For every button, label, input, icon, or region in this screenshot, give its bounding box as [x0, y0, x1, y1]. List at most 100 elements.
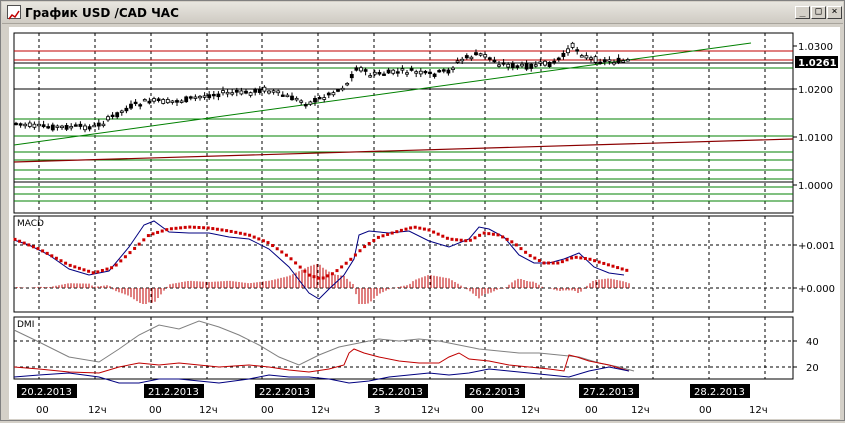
macd-signal-dot: [50, 254, 54, 258]
candle-body: [510, 63, 515, 68]
candle-body: [414, 71, 419, 74]
candle-body: [216, 93, 221, 98]
macd-signal-dot: [188, 225, 192, 229]
candle-body: [248, 92, 253, 96]
candle-body: [239, 90, 244, 95]
macd-panel[interactable]: [13, 215, 794, 313]
candle-body: [326, 92, 331, 96]
candle-body: [257, 88, 262, 93]
macd-signal-dot: [547, 261, 551, 265]
title-bar[interactable]: График USD /CAD ЧАС _ □ ×: [2, 2, 843, 24]
macd-signal-dot: [211, 227, 215, 231]
candle-body: [400, 68, 405, 71]
macd-signal-dot: [41, 249, 45, 253]
candle-body: [506, 63, 511, 68]
macd-signal-dot: [165, 228, 169, 232]
macd-signal-dot: [96, 270, 100, 274]
close-button[interactable]: ×: [827, 6, 842, 19]
candle-body: [423, 70, 428, 74]
macd-signal-dot: [252, 235, 256, 239]
date-label: 21.2.2013: [148, 387, 199, 398]
macd-signal-dot: [390, 231, 394, 235]
macd-signal-dot: [36, 247, 40, 251]
hour-label: 12ч: [631, 405, 650, 416]
hour-labels: 00 12ч 00 12ч 00 12ч 3 12ч 00 12ч 00 12ч…: [36, 405, 768, 416]
macd-tick-2: +0.000: [798, 284, 835, 295]
hour-label: 00: [471, 405, 484, 416]
candle-body: [395, 71, 400, 74]
date-label: 28.2.2013: [694, 387, 745, 398]
hour-label: 12ч: [88, 405, 107, 416]
candle-body: [41, 124, 46, 128]
macd-signal-dot: [22, 241, 26, 245]
maximize-button[interactable]: □: [811, 6, 826, 19]
macd-signal-dot: [528, 254, 532, 258]
macd-signal-dot: [537, 259, 541, 263]
candle-body: [584, 55, 589, 59]
candle-body: [598, 61, 603, 64]
chart-svg[interactable]: 1.0300 1.0200 1.0100 1.0000 1.0261 MACD …: [9, 27, 840, 419]
macd-signal-dot: [381, 234, 385, 238]
candle-body: [290, 95, 294, 101]
macd-signal-dot: [100, 268, 104, 272]
chart-area[interactable]: 1.0300 1.0200 1.0100 1.0000 1.0261 MACD …: [9, 27, 840, 419]
candle-body: [552, 60, 557, 64]
macd-signal-dot: [524, 250, 528, 254]
price-tick-2: 1.0200: [798, 85, 833, 96]
macd-signal-dot: [473, 236, 477, 240]
macd-signal-dot: [565, 258, 569, 262]
macd-signal-dot: [110, 266, 114, 270]
dmi-panel[interactable]: [13, 316, 794, 380]
candle-body: [524, 62, 529, 70]
candle-body: [271, 90, 276, 93]
macd-signal-dot: [459, 238, 463, 242]
candle-body: [23, 123, 28, 127]
candle-body: [161, 99, 166, 104]
candle-body: [501, 62, 506, 65]
candle-body: [96, 122, 101, 127]
minimize-icon: _: [799, 6, 806, 17]
candle-body: [37, 123, 41, 127]
macd-signal-dot: [82, 268, 86, 272]
candle-body: [147, 100, 152, 104]
minimize-button[interactable]: _: [795, 6, 810, 19]
candle-body: [561, 52, 566, 57]
candle-body: [244, 90, 248, 94]
macd-signal-dot: [317, 276, 321, 280]
macd-signal-dot: [294, 261, 298, 265]
macd-signal-dot: [284, 253, 288, 257]
macd-signal-dot: [238, 231, 242, 235]
macd-signal-dot: [616, 266, 620, 270]
macd-signal-dot: [588, 257, 592, 261]
macd-signal-dot: [363, 245, 367, 249]
candle-body: [115, 112, 120, 118]
candle-body: [515, 65, 520, 68]
candle-body: [589, 57, 593, 60]
price-tick-3: 1.0100: [798, 133, 833, 144]
candle-body: [299, 100, 304, 103]
candle-body: [575, 49, 580, 52]
macd-signal-dot: [271, 244, 275, 248]
candle-body: [27, 122, 32, 127]
candle-body: [336, 89, 340, 92]
macd-signal-dot: [179, 226, 183, 230]
candle-body: [363, 69, 368, 72]
macd-signal-dot: [611, 264, 615, 268]
macd-signal-dot: [321, 276, 325, 280]
macd-signal-dot: [151, 232, 155, 236]
candle-body: [474, 52, 478, 56]
macd-signal-dot: [404, 227, 408, 231]
candle-body: [124, 107, 129, 112]
macd-signal-dot: [326, 274, 330, 278]
macd-tick-1: +0.001: [798, 241, 835, 252]
macd-signal-dot: [496, 233, 500, 237]
macd-signal-dot: [13, 237, 17, 241]
candle-body: [547, 61, 552, 67]
macd-signal-dot: [358, 249, 362, 253]
candle-body: [73, 124, 78, 127]
macd-signal-dot: [418, 226, 422, 230]
candle-body: [55, 125, 60, 128]
hour-label: 3: [374, 405, 380, 416]
candle-body: [340, 87, 345, 91]
hour-label: 00: [149, 405, 162, 416]
